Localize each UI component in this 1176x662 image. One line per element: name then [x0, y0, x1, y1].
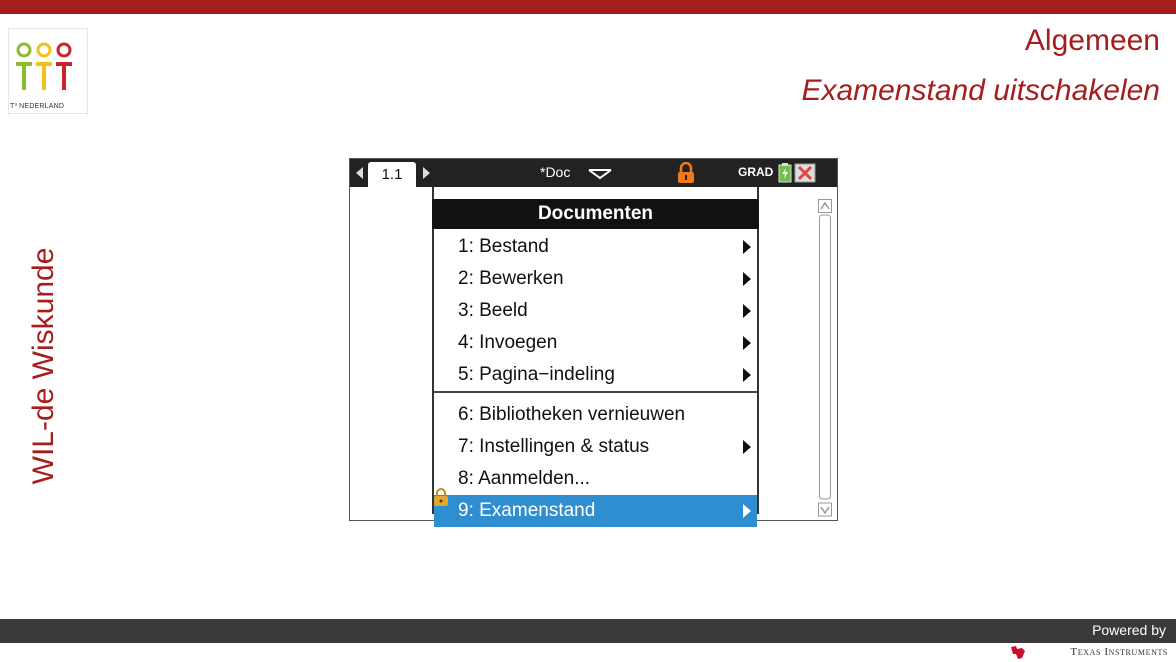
- menu-divider: [434, 391, 757, 393]
- t3-logo-icon: [8, 28, 88, 114]
- side-label: WIL-de Wiskunde: [27, 247, 60, 485]
- menu-item-bestand[interactable]: 1: Bestand: [434, 231, 757, 263]
- angle-mode-label: GRAD: [738, 165, 774, 179]
- document-title[interactable]: *Doc: [540, 164, 570, 180]
- scrollbar[interactable]: [818, 199, 832, 517]
- tab-next-icon[interactable]: [423, 167, 430, 179]
- close-icon[interactable]: [794, 163, 816, 183]
- menu-item-label: 5: Pagina−indeling: [458, 364, 615, 385]
- menu-item-label: 6: Bibliotheken vernieuwen: [458, 404, 686, 425]
- tab-previous-icon[interactable]: [356, 167, 363, 179]
- menu-item-beeld[interactable]: 3: Beeld: [434, 295, 757, 327]
- texas-instruments-logo-icon: [1011, 646, 1025, 659]
- slide-title: Algemeen: [1024, 24, 1160, 57]
- chevron-down-icon[interactable]: [587, 168, 613, 180]
- menu-item-label: 2: Bewerken: [458, 268, 564, 289]
- brand-label: Texas Instruments: [1070, 646, 1168, 658]
- submenu-arrow-icon: [743, 368, 751, 382]
- lock-icon: [434, 488, 448, 506]
- footer-bar: [0, 619, 1176, 643]
- menu-item-examenstand[interactable]: 9: Examenstand: [434, 495, 757, 527]
- top-accent-bar: [0, 0, 1176, 14]
- submenu-arrow-icon: [743, 504, 751, 518]
- submenu-arrow-icon: [743, 272, 751, 286]
- submenu-arrow-icon: [743, 440, 751, 454]
- menu-item-label: 9: Examenstand: [458, 500, 596, 521]
- menu-item-label: 3: Beeld: [458, 300, 528, 321]
- submenu-arrow-icon: [743, 304, 751, 318]
- menu-item-label: 1: Bestand: [458, 236, 549, 257]
- menu-list: 1: Bestand 2: Bewerken 3: Beeld 4: Invoe…: [434, 231, 757, 527]
- menu-item-label: 7: Instellingen & status: [458, 436, 650, 457]
- calculator-title-bar: 1.1 *Doc GRAD: [350, 159, 837, 187]
- exam-lock-icon: [678, 162, 694, 183]
- submenu-arrow-icon: [743, 240, 751, 254]
- menu-item-instellingen-status[interactable]: 7: Instellingen & status: [434, 431, 757, 463]
- menu-item-bewerken[interactable]: 2: Bewerken: [434, 263, 757, 295]
- battery-icon: [778, 163, 792, 183]
- slide-subtitle: Examenstand uitschakelen: [801, 74, 1160, 107]
- submenu-arrow-icon: [743, 336, 751, 350]
- calculator-screen: 1.1 *Doc GRAD Documenten 1: Bestand 2: B…: [349, 158, 838, 527]
- menu-item-label: 8: Aanmelden...: [458, 468, 591, 489]
- menu-item-aanmelden[interactable]: 8: Aanmelden...: [434, 463, 757, 495]
- menu-item-label: 4: Invoegen: [458, 332, 558, 353]
- menu-title: Documenten: [432, 199, 759, 229]
- tab-page[interactable]: 1.1: [368, 162, 416, 187]
- powered-by-label: Powered by: [1092, 622, 1166, 638]
- logo-caption: T³ NEDERLAND: [10, 103, 65, 110]
- menu-item-pagina-indeling[interactable]: 5: Pagina−indeling: [434, 359, 757, 391]
- menu-item-bibliotheken-vernieuwen[interactable]: 6: Bibliotheken vernieuwen: [434, 399, 757, 431]
- menu-item-invoegen[interactable]: 4: Invoegen: [434, 327, 757, 359]
